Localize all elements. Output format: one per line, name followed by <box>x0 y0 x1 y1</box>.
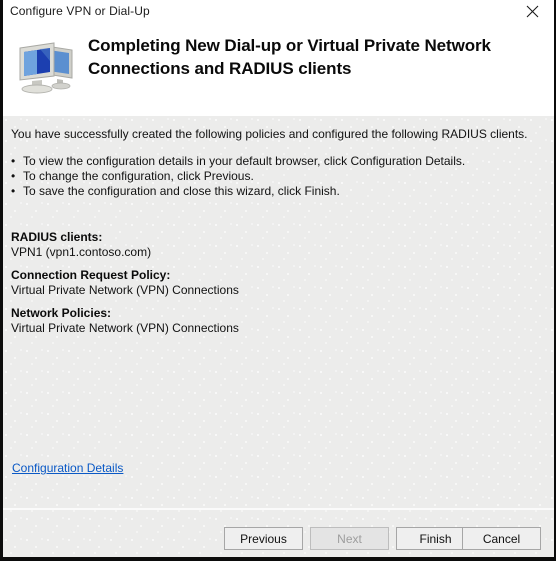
summary-group-connection-request-policy: Connection Request Policy: Virtual Priva… <box>11 268 542 298</box>
list-item-label: To save the configuration and close this… <box>23 184 340 198</box>
summary-value: Virtual Private Network (VPN) Connection… <box>11 283 239 297</box>
wizard-body: You have successfully created the follow… <box>3 116 554 557</box>
summary-group-network-policies: Network Policies: Virtual Private Networ… <box>11 306 542 336</box>
list-item-label: To view the configuration details in you… <box>23 154 466 168</box>
bullet-icon: • <box>11 154 16 168</box>
list-item: • To change the configuration, click Pre… <box>11 169 542 184</box>
network-computers-icon <box>16 39 78 95</box>
list-item: • To save the configuration and close th… <box>11 184 542 199</box>
next-button: Next <box>310 527 389 550</box>
wizard-footer: Previous Next Finish Cancel <box>3 510 554 557</box>
close-icon <box>526 5 539 18</box>
page-title: Completing New Dial-up or Virtual Privat… <box>88 36 491 78</box>
title-bar: Configure VPN or Dial-Up <box>3 0 554 23</box>
configuration-details-link[interactable]: Configuration Details <box>12 461 123 475</box>
summary-value: VPN1 (vpn1.contoso.com) <box>11 245 152 259</box>
wizard-header: Completing New Dial-up or Virtual Privat… <box>3 23 554 116</box>
summary-label: RADIUS clients: <box>11 230 103 244</box>
previous-button[interactable]: Previous <box>224 527 303 550</box>
list-item: • To view the configuration details in y… <box>11 154 542 169</box>
wizard-window: Configure VPN or Dial-Up Completing New … <box>0 0 556 561</box>
intro-text: You have successfully created the follow… <box>11 127 528 141</box>
cancel-button[interactable]: Cancel <box>462 527 541 550</box>
summary-group-radius-clients: RADIUS clients: VPN1 (vpn1.contoso.com) <box>11 230 542 260</box>
list-item-label: To change the configuration, click Previ… <box>23 169 254 183</box>
close-button[interactable] <box>510 0 554 23</box>
bullet-icon: • <box>11 184 16 198</box>
summary-value: Virtual Private Network (VPN) Connection… <box>11 321 239 335</box>
summary-label: Network Policies: <box>11 306 112 320</box>
window-title: Configure VPN or Dial-Up <box>10 4 150 18</box>
summary-section: RADIUS clients: VPN1 (vpn1.contoso.com) … <box>11 230 542 344</box>
instructions-list: • To view the configuration details in y… <box>11 154 542 199</box>
summary-label: Connection Request Policy: <box>11 268 171 282</box>
bullet-icon: • <box>11 169 16 183</box>
